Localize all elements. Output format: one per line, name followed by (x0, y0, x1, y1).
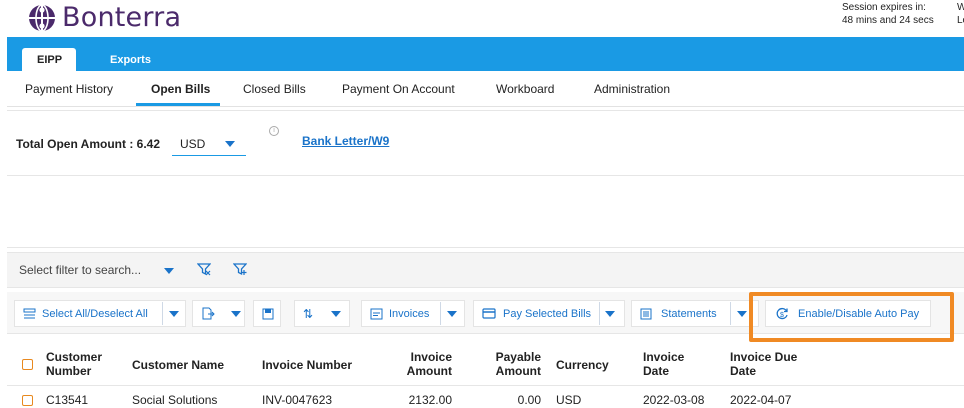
brand-name: Bonterra (62, 2, 182, 33)
invoices-label: Invoices (389, 307, 430, 320)
col-label: Invoice (410, 350, 452, 364)
divider (440, 302, 441, 325)
col-label: Amount (495, 364, 541, 378)
col-invoice-date[interactable]: Invoice Date (643, 350, 684, 378)
pay-chevron-down-icon[interactable] (605, 311, 615, 317)
cell-customer-number: C13541 (46, 393, 89, 407)
info-icon[interactable]: i (269, 126, 279, 136)
col-label: Invoice Due (730, 350, 798, 364)
filter-select[interactable]: Select filter to search... (19, 263, 141, 277)
sort-icon: ⇅ (303, 306, 314, 321)
col-invoice-amount[interactable]: Invoice Amount (400, 350, 452, 378)
session-label: Session expires in: (842, 2, 926, 13)
cell-currency: USD (556, 393, 582, 407)
session-timer: Session expires in: 48 mins and 24 secs (842, 1, 934, 27)
user-info-line1: W (957, 2, 964, 13)
select-all-chevron-down-icon[interactable] (169, 311, 179, 317)
col-currency[interactable]: Currency (556, 358, 609, 372)
cell-due-date: 2022-04-07 (730, 393, 792, 407)
bank-letter-link[interactable]: Bank Letter/W9 (302, 134, 389, 148)
divider (599, 302, 600, 325)
session-time: 48 mins and 24 secs (842, 15, 934, 26)
statements-icon (640, 308, 652, 319)
col-label: Date (730, 364, 757, 378)
filter-add-icon[interactable] (233, 262, 247, 276)
currency-value: USD (180, 137, 206, 151)
statements-chevron-down-icon[interactable] (737, 311, 747, 317)
save-icon (262, 308, 274, 319)
user-info-line2: Lo (957, 15, 964, 26)
select-all-label: Select All/Deselect All (42, 307, 148, 320)
row-checkbox[interactable] (22, 395, 33, 406)
subtab-open-bills[interactable]: Open Bills (151, 82, 210, 96)
col-label: Amount (406, 364, 452, 378)
statements-label: Statements (661, 307, 717, 320)
subtab-closed-bills[interactable]: Closed Bills (243, 82, 306, 96)
subtab-workboard[interactable]: Workboard (496, 82, 554, 96)
col-label: Date (643, 364, 670, 378)
pdf-icon (370, 308, 383, 319)
credit-card-icon (482, 308, 496, 319)
export-icon (202, 307, 215, 320)
divider (730, 302, 731, 325)
empty-panel (7, 178, 964, 248)
filter-chevron-down-icon[interactable] (164, 268, 174, 274)
col-label: Payable (495, 350, 541, 364)
col-payable-amount[interactable]: Payable Amount (488, 350, 541, 378)
col-customer-name[interactable]: Customer Name (132, 358, 224, 372)
col-label: Customer (46, 350, 103, 364)
sort-button[interactable]: ⇅ (294, 300, 350, 327)
save-button[interactable] (253, 300, 281, 327)
cell-invoice-amount: 2132.00 (408, 393, 452, 407)
invoices-chevron-down-icon[interactable] (447, 311, 457, 317)
cell-invoice-date: 2022-03-08 (643, 393, 705, 407)
active-tab-indicator (136, 103, 220, 106)
globe-people-icon (29, 3, 55, 32)
col-customer-number[interactable]: Customer Number (46, 350, 102, 378)
subtab-payment-history[interactable]: Payment History (25, 82, 113, 96)
sort-chevron-down-icon[interactable] (331, 311, 341, 317)
divider (7, 385, 964, 386)
user-info-truncated: W Lo (957, 1, 964, 27)
select-all-checkbox[interactable] (22, 359, 33, 370)
subtab-payment-on-account[interactable]: Payment On Account (342, 82, 455, 96)
cell-payable-amount: 0.00 (517, 393, 541, 407)
filter-bar (7, 252, 964, 288)
select-all-button[interactable]: Select All/Deselect All (14, 300, 186, 327)
chevron-down-icon[interactable] (225, 141, 235, 147)
export-chevron-down-icon[interactable] (231, 311, 241, 317)
select-all-icon (23, 308, 36, 318)
highlight-annotation (749, 292, 954, 342)
pay-selected-label: Pay Selected Bills (503, 307, 592, 320)
filter-clear-icon[interactable] (197, 262, 211, 276)
subtab-administration[interactable]: Administration (594, 82, 670, 96)
pay-selected-bills-button[interactable]: Pay Selected Bills (473, 300, 625, 327)
total-open-amount: Total Open Amount : 6.42 (16, 137, 161, 151)
col-label: Number (46, 364, 92, 378)
col-label: Invoice (643, 350, 685, 364)
tab-exports[interactable]: Exports (96, 48, 165, 71)
cell-customer-name: Social Solutions (132, 393, 218, 407)
cell-invoice-number[interactable]: INV-0047623 (262, 393, 332, 407)
tab-eipp[interactable]: EIPP (22, 48, 76, 71)
col-invoice-due-date[interactable]: Invoice Due Date (730, 350, 797, 378)
brand-logo: Bonterra (28, 2, 181, 33)
divider (162, 302, 163, 325)
col-invoice-number[interactable]: Invoice Number (262, 358, 352, 372)
